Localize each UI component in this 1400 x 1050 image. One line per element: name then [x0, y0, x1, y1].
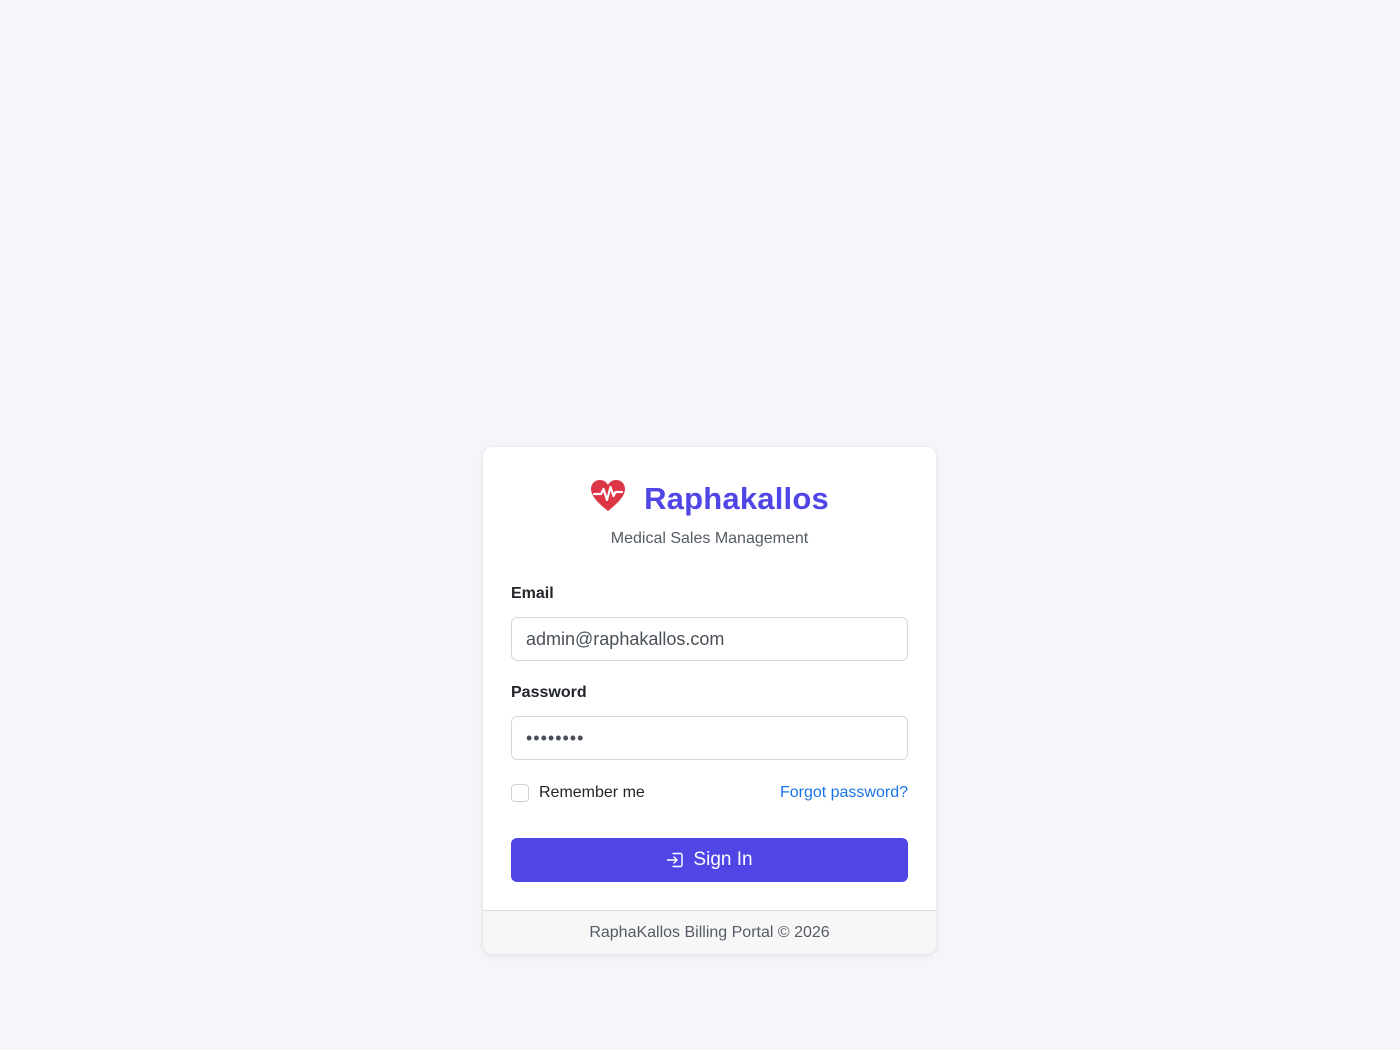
email-field[interactable]: [511, 617, 908, 661]
remember-me-control[interactable]: Remember me: [511, 784, 645, 802]
remember-row: Remember me Forgot password?: [511, 783, 908, 803]
login-card: Raphakallos Medical Sales Management Ema…: [483, 447, 936, 954]
brand-subtitle: Medical Sales Management: [610, 530, 809, 547]
heart-pulse-icon: [590, 479, 626, 513]
sign-in-button[interactable]: Sign In: [511, 838, 908, 882]
brand-title: Raphakallos: [644, 481, 829, 516]
password-label: Password: [511, 684, 587, 701]
forgot-password-link[interactable]: Forgot password?: [780, 784, 908, 802]
remember-me-checkbox[interactable]: [511, 784, 529, 802]
login-card-body: Raphakallos Medical Sales Management Ema…: [483, 447, 936, 910]
sign-in-label: Sign In: [693, 849, 753, 870]
remember-me-label[interactable]: Remember me: [539, 784, 645, 802]
email-label: Email: [511, 585, 554, 602]
card-footer: RaphaKallos Billing Portal © 2026: [483, 910, 936, 954]
login-page: Raphakallos Medical Sales Management Ema…: [0, 0, 1400, 1050]
password-field[interactable]: [511, 716, 908, 760]
brand-header: Raphakallos: [483, 477, 936, 521]
sign-in-icon: [666, 851, 684, 869]
